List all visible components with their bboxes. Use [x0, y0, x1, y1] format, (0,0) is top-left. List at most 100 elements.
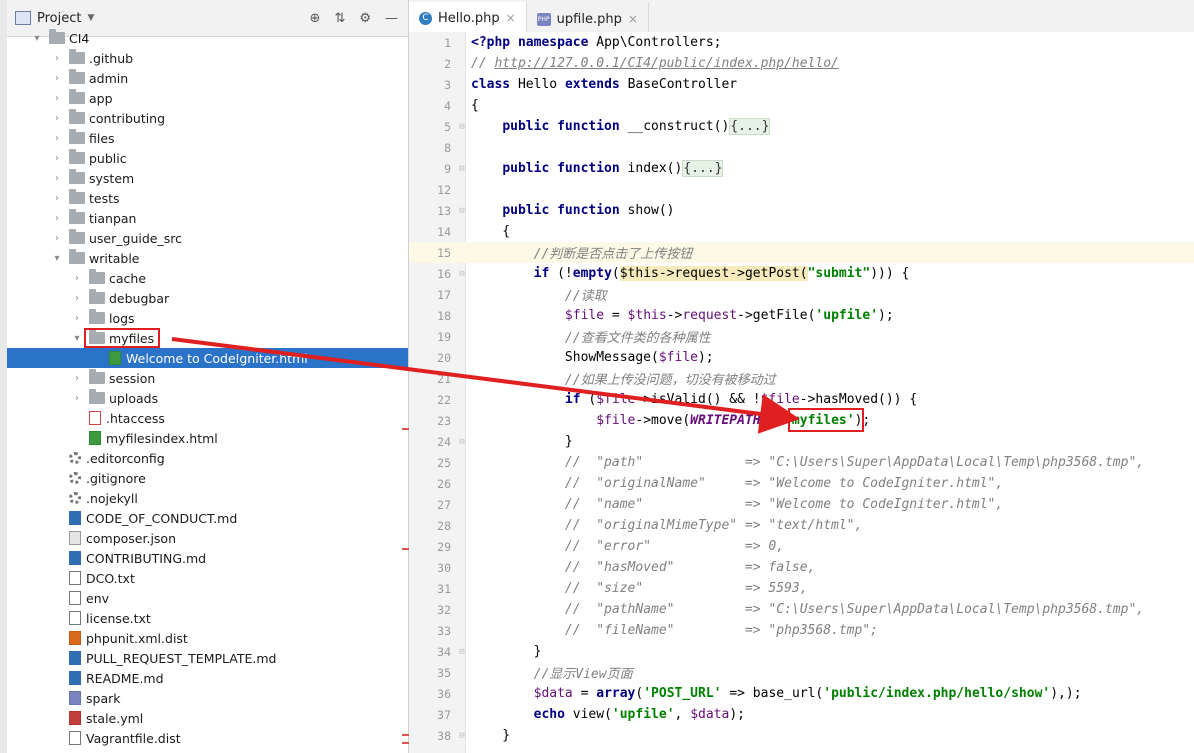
- fold-icon[interactable]: ⊟: [455, 164, 469, 174]
- tree-file[interactable]: .editorconfig: [7, 448, 408, 468]
- code-line[interactable]: 1 <?php namespace App\Controllers;: [409, 32, 1194, 53]
- chevron-right-icon[interactable]: ›: [51, 113, 63, 124]
- locate-icon[interactable]: ⊕: [310, 11, 321, 26]
- chevron-right-icon[interactable]: ›: [51, 233, 63, 244]
- code-line[interactable]: 8: [409, 137, 1194, 158]
- tree-folder[interactable]: › tests: [7, 188, 408, 208]
- code-line[interactable]: 13 ⊟ public function show(): [409, 200, 1194, 221]
- tree-file[interactable]: stale.yml: [7, 708, 408, 728]
- chevron-right-icon[interactable]: ›: [51, 53, 63, 64]
- code-line[interactable]: 35 //显示View页面: [409, 662, 1194, 683]
- fold-icon[interactable]: ⊟: [455, 437, 469, 447]
- code-line[interactable]: 20 ShowMessage($file);: [409, 347, 1194, 368]
- code-line[interactable]: 15 //判断是否点击了上传按钮: [409, 242, 1194, 263]
- tree-folder[interactable]: › contributing: [7, 108, 408, 128]
- code-line[interactable]: 24 ⊟ }: [409, 431, 1194, 452]
- gear-icon[interactable]: ⚙: [359, 11, 371, 26]
- tree-file[interactable]: spark: [7, 688, 408, 708]
- tree-folder[interactable]: › tianpan: [7, 208, 408, 228]
- tree-folder[interactable]: › debugbar: [7, 288, 408, 308]
- tree-file[interactable]: README.md: [7, 668, 408, 688]
- close-icon[interactable]: ×: [628, 12, 638, 26]
- tree-file[interactable]: .htaccess: [7, 408, 408, 428]
- tree-file[interactable]: PULL_REQUEST_TEMPLATE.md: [7, 648, 408, 668]
- chevron-right-icon[interactable]: ›: [71, 293, 83, 304]
- chevron-right-icon[interactable]: ›: [51, 153, 63, 164]
- collapse-all-icon[interactable]: ⇅: [334, 11, 345, 26]
- code-line[interactable]: 18 $file = $this->request->getFile('upfi…: [409, 305, 1194, 326]
- code-line[interactable]: 14 {: [409, 221, 1194, 242]
- tree-folder[interactable]: › cache: [7, 268, 408, 288]
- chevron-right-icon[interactable]: ›: [71, 273, 83, 284]
- tab-hello-php[interactable]: C Hello.php ×: [409, 2, 527, 36]
- code-line[interactable]: 26 // "originalName" => "Welcome to Code…: [409, 473, 1194, 494]
- chevron-right-icon[interactable]: ›: [51, 193, 63, 204]
- tab-upfile-php[interactable]: PHP upfile.php ×: [527, 2, 649, 36]
- code-line[interactable]: 17 //读取: [409, 284, 1194, 305]
- tree-folder[interactable]: › uploads: [7, 388, 408, 408]
- tree-file[interactable]: composer.json: [7, 528, 408, 548]
- chevron-right-icon[interactable]: ›: [51, 73, 63, 84]
- code-editor[interactable]: 1 <?php namespace App\Controllers; 2 // htt…: [409, 32, 1194, 753]
- tree-folder[interactable]: › public: [7, 148, 408, 168]
- tree-file[interactable]: license.txt: [7, 608, 408, 628]
- chevron-down-icon[interactable]: ▾: [71, 333, 83, 344]
- code-line[interactable]: 9 ⊟ public function index(){...}: [409, 158, 1194, 179]
- code-line[interactable]: 32 // "pathName" => "C:\Users\Super\AppD…: [409, 599, 1194, 620]
- chevron-down-icon[interactable]: ▼: [87, 13, 94, 23]
- tree-file[interactable]: .nojekyll: [7, 488, 408, 508]
- tree-folder[interactable]: › admin: [7, 68, 408, 88]
- tree-folder[interactable]: › app: [7, 88, 408, 108]
- code-line[interactable]: 34 ⊟ }: [409, 641, 1194, 662]
- chevron-right-icon[interactable]: ›: [51, 133, 63, 144]
- tree-folder[interactable]: ▾ writable: [7, 248, 408, 268]
- code-line[interactable]: 19 //查看文件类的各种属性: [409, 326, 1194, 347]
- tree-folder[interactable]: › logs: [7, 308, 408, 328]
- fold-icon[interactable]: ⊟: [455, 206, 469, 216]
- code-line[interactable]: 38 ⊟ }: [409, 725, 1194, 746]
- code-line[interactable]: 30 // "hasMoved" => false,: [409, 557, 1194, 578]
- code-line[interactable]: 2 // http://127.0.0.1/CI4/public/index.ph…: [409, 53, 1194, 74]
- chevron-right-icon[interactable]: ›: [51, 93, 63, 104]
- code-line[interactable]: 37 echo view('upfile', $data);: [409, 704, 1194, 725]
- tree-folder[interactable]: › session: [7, 368, 408, 388]
- tree-file[interactable]: myfilesindex.html: [7, 428, 408, 448]
- chevron-right-icon[interactable]: ›: [51, 213, 63, 224]
- code-line[interactable]: 31 // "size" => 5593,: [409, 578, 1194, 599]
- code-line[interactable]: 3 class Hello extends BaseController: [409, 74, 1194, 95]
- tree-folder[interactable]: ▾ myfiles: [7, 328, 408, 348]
- tree-file[interactable]: Vagrantfile.dist: [7, 728, 408, 748]
- code-line[interactable]: 36 $data = array('POST_URL' => base_url(…: [409, 683, 1194, 704]
- tree-folder[interactable]: › system: [7, 168, 408, 188]
- code-line[interactable]: 28 // "originalMimeType" => "text/html",: [409, 515, 1194, 536]
- fold-icon[interactable]: ⊟: [455, 731, 469, 741]
- close-icon[interactable]: ×: [506, 11, 516, 25]
- code-line[interactable]: 12: [409, 179, 1194, 200]
- minimize-icon[interactable]: —: [385, 11, 398, 26]
- tree-folder[interactable]: › files: [7, 128, 408, 148]
- code-line[interactable]: 21 //如果上传没问题，切没有被移动过: [409, 368, 1194, 389]
- chevron-down-icon[interactable]: ▾: [31, 33, 43, 44]
- chevron-right-icon[interactable]: ›: [71, 393, 83, 404]
- code-line[interactable]: 5 ⊟ public function __construct(){...}: [409, 116, 1194, 137]
- code-line[interactable]: 16 ⊟ if (!empty($this->request->getPost("…: [409, 263, 1194, 284]
- chevron-right-icon[interactable]: ›: [71, 313, 83, 324]
- code-line[interactable]: 29 // "error" => 0,: [409, 536, 1194, 557]
- code-line[interactable]: 4{: [409, 95, 1194, 116]
- code-line[interactable]: 25 // "path" => "C:\Users\Super\AppData\…: [409, 452, 1194, 473]
- code-line[interactable]: 27 // "name" => "Welcome to CodeIgniter.…: [409, 494, 1194, 515]
- code-line[interactable]: 33 // "fileName" => "php3568.tmp";: [409, 620, 1194, 641]
- tree-folder[interactable]: › .github: [7, 48, 408, 68]
- tree-folder[interactable]: ▾ CI4: [7, 28, 408, 48]
- tree-file[interactable]: CONTRIBUTING.md: [7, 548, 408, 568]
- tree-file[interactable]: CODE_OF_CONDUCT.md: [7, 508, 408, 528]
- tree-file[interactable]: Welcome to CodeIgniter.html: [7, 348, 408, 368]
- chevron-down-icon[interactable]: ▾: [51, 253, 63, 264]
- fold-icon[interactable]: ⊟: [455, 269, 469, 279]
- fold-icon[interactable]: ⊟: [455, 122, 469, 132]
- code-line[interactable]: 22 if ($file->isValid() && !$file->hasMo…: [409, 389, 1194, 410]
- tree-file[interactable]: .gitignore: [7, 468, 408, 488]
- tree-file[interactable]: DCO.txt: [7, 568, 408, 588]
- tree-file[interactable]: phpunit.xml.dist: [7, 628, 408, 648]
- chevron-right-icon[interactable]: ›: [71, 373, 83, 384]
